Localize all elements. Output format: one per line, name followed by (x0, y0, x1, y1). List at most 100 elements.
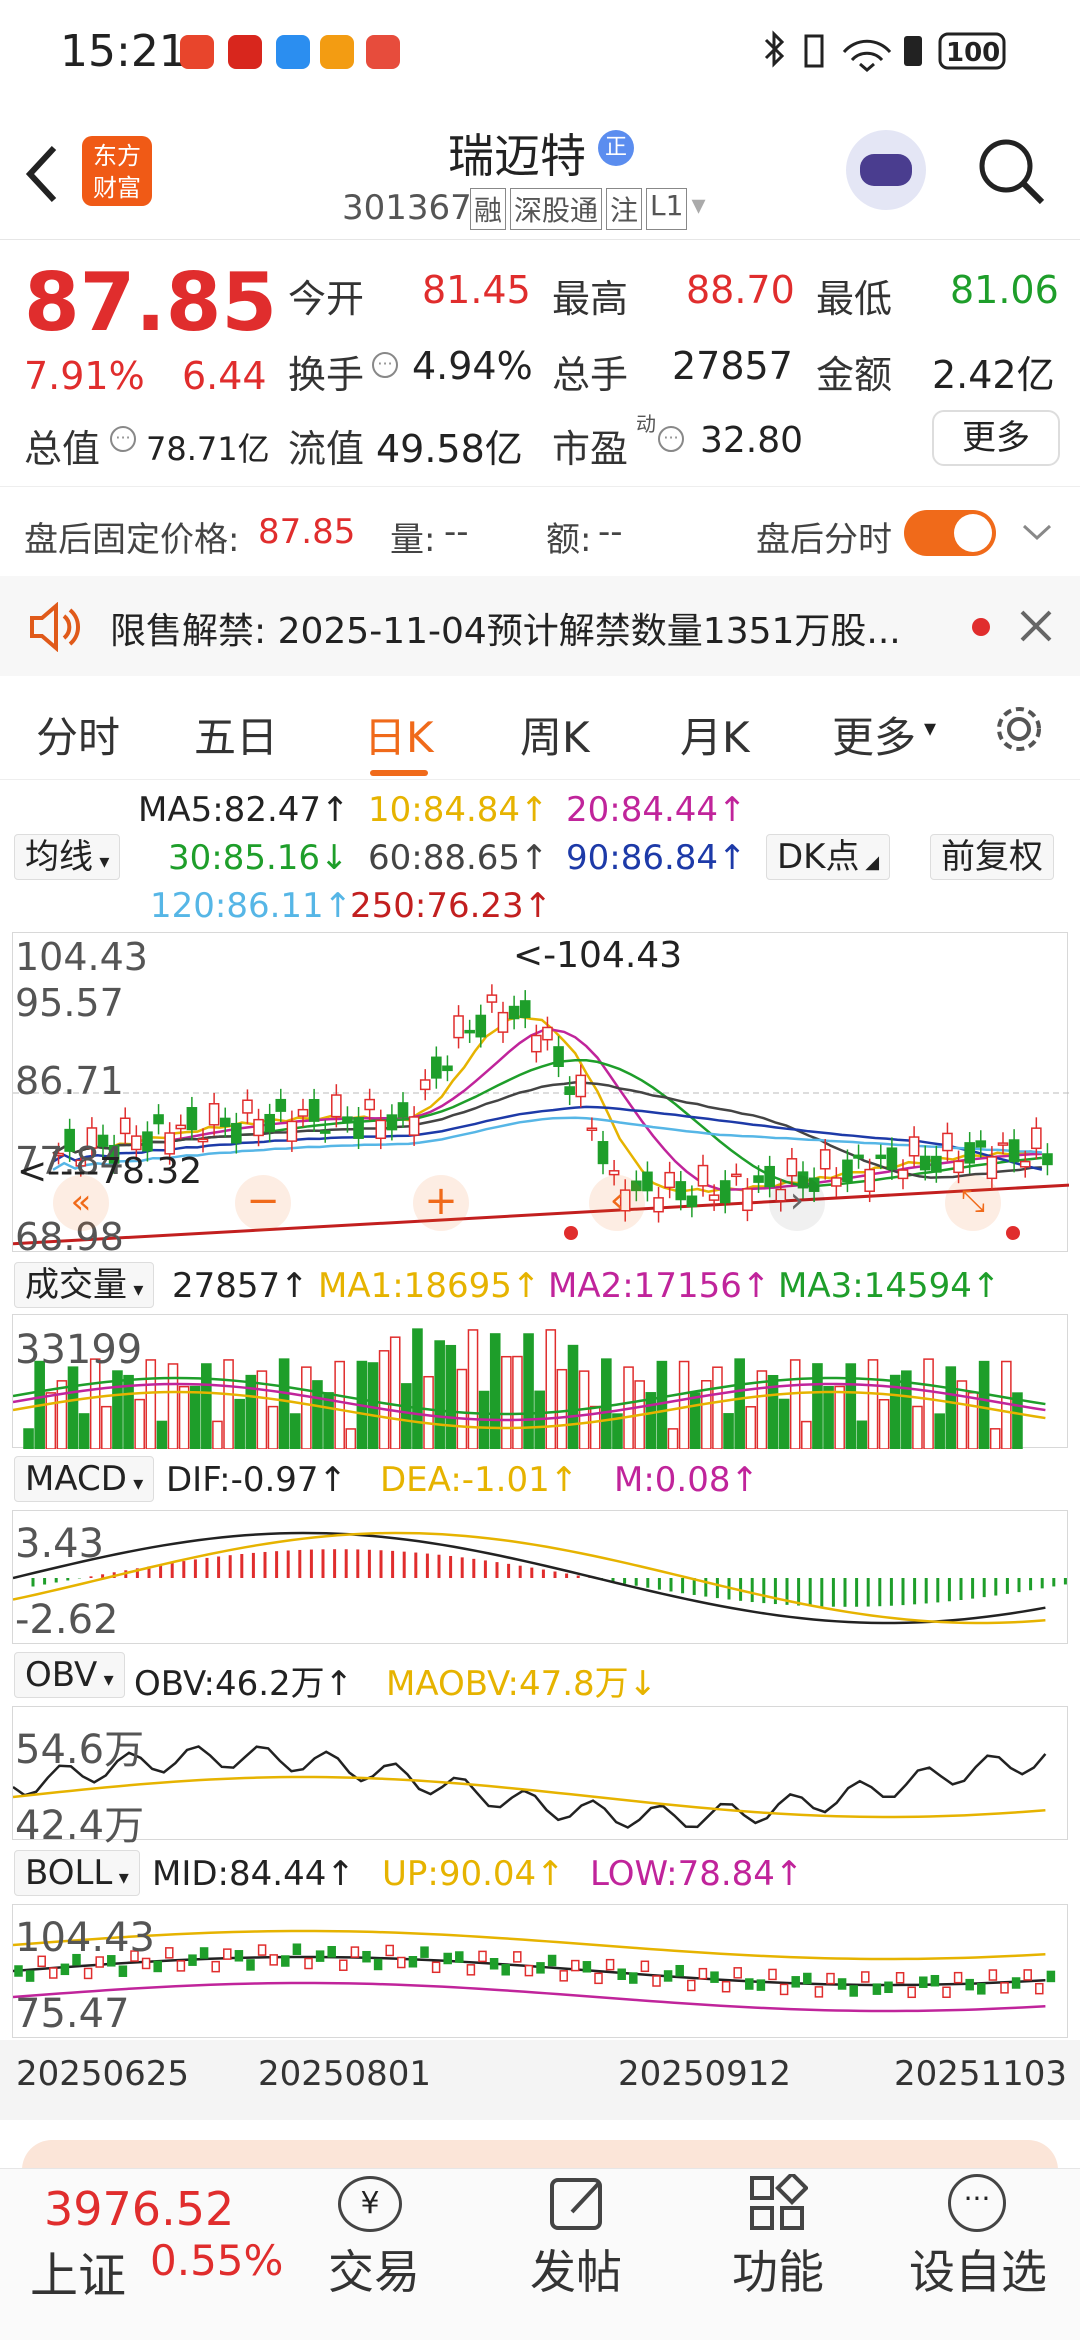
volume-bar (556, 1368, 568, 1449)
close-icon[interactable] (1018, 608, 1054, 644)
volume-bar (23, 1428, 34, 1449)
volume-current: 27857↑ (172, 1266, 309, 1306)
notification-icon (180, 35, 214, 69)
volume-bar (434, 1340, 445, 1449)
chevron-down-icon[interactable]: ▾ (924, 714, 936, 742)
ma5-value: MA5:82.47↑ (138, 790, 350, 830)
volume-bar (245, 1374, 257, 1449)
tab-monthly-k[interactable]: 月K (680, 704, 750, 765)
prev-icon[interactable]: ‹ (589, 1175, 645, 1231)
gear-icon[interactable] (992, 702, 1046, 756)
total-cap-value: 78.71亿 (146, 430, 270, 468)
boll-chart[interactable]: 104.43 75.47 (12, 1904, 1068, 2038)
search-icon[interactable] (976, 136, 1048, 208)
rewind-icon[interactable]: « (53, 1175, 109, 1231)
dk-point-button[interactable]: DK点 ◢ (766, 834, 891, 880)
fullscreen-icon[interactable]: ⤡ (945, 1175, 1001, 1231)
boll-candle (269, 1954, 278, 1966)
add-watchlist-icon[interactable]: ··· (948, 2174, 1006, 2232)
boll-candle (431, 1961, 441, 1974)
after-amount: -- (598, 512, 623, 552)
boll-candle (373, 1958, 383, 1971)
boll-candle (849, 1985, 858, 1997)
volume-select[interactable]: 成交量 ▾ (14, 1262, 155, 1308)
nav-trade[interactable]: 交易 (304, 2236, 444, 2302)
info-icon[interactable]: ··· (110, 426, 136, 452)
volume-bar (823, 1386, 834, 1449)
verified-badge: 正 (598, 130, 634, 166)
features-icon[interactable] (748, 2174, 808, 2234)
notice-text: 限售解禁: 2025-11-04预计解禁数量1351万股... (110, 611, 901, 652)
nav-features[interactable]: 功能 (708, 2236, 848, 2302)
boll-candle (872, 1983, 882, 1995)
boll-canvas (13, 1929, 1056, 2013)
ma-select[interactable]: 均线 ▾ (14, 834, 121, 880)
volume-chart[interactable]: 33199 (12, 1314, 1068, 1449)
nav-add-watchlist[interactable]: 设自选 (908, 2236, 1048, 2302)
chevron-down-icon[interactable] (1020, 520, 1054, 544)
macd-chart[interactable]: 3.43 -2.62 (12, 1510, 1068, 1644)
notice-bar[interactable]: 限售解禁: 2025-11-04预计解禁数量1351万股... (0, 576, 1080, 676)
more-button[interactable]: 更多 (932, 410, 1060, 466)
kline-chart[interactable]: 104.43 95.57 86.71 77.84 68.98 <-104.43 … (12, 932, 1069, 1259)
obv-chart[interactable]: 54.6万 42.4万 (12, 1706, 1068, 1849)
trade-icon[interactable]: ¥ (338, 2176, 402, 2232)
candle-body (731, 1173, 742, 1178)
boll-select[interactable]: BOLL ▾ (14, 1850, 140, 1896)
candle-body (553, 1046, 564, 1068)
assistant-robot-icon[interactable] (846, 130, 926, 210)
adjust-button[interactable]: 前复权 (930, 834, 1054, 880)
chevron-down-icon[interactable]: ▾ (691, 188, 705, 230)
candle-body (408, 1116, 420, 1136)
index-value[interactable]: 3976.52 (44, 2182, 234, 2236)
status-bar: 15:21 100 (0, 0, 1080, 100)
tab-five-day[interactable]: 五日 (194, 704, 278, 765)
candle-body (197, 1138, 209, 1143)
volume-bar (501, 1355, 512, 1449)
candle-body (964, 1142, 975, 1164)
after-hours-toggle[interactable] (904, 510, 996, 556)
boll-candle (803, 1972, 812, 1985)
info-icon[interactable]: ··· (658, 426, 684, 452)
volume-bar (745, 1406, 757, 1449)
boll-candle (315, 1950, 325, 1962)
ma10-value: 10:84.84↑ (368, 790, 549, 830)
macd-line (13, 1531, 1046, 1625)
boll-candle (1035, 1982, 1044, 1995)
post-icon[interactable] (548, 2174, 608, 2234)
candle-body (186, 1107, 198, 1131)
boll-candle (721, 1980, 731, 1993)
float-cap-value: 49.58亿 (376, 427, 523, 471)
volume-bar (601, 1358, 612, 1449)
tab-weekly-k[interactable]: 周K (520, 704, 590, 765)
obv-select[interactable]: OBV ▾ (14, 1652, 125, 1698)
boll-candle (536, 1962, 545, 1974)
candle-body (819, 1149, 831, 1170)
index-name[interactable]: 上证 (30, 2236, 126, 2306)
candle-body (175, 1124, 187, 1130)
volume-bar (789, 1359, 801, 1449)
eastmoney-logo[interactable]: 东方财富 (82, 136, 152, 206)
boll-candle (733, 1967, 742, 1979)
zoom-out-icon[interactable]: − (235, 1175, 291, 1231)
boll-candle (25, 1970, 35, 1982)
unread-dot (972, 618, 990, 636)
volume-bar (212, 1420, 223, 1449)
boll-candle (466, 1964, 476, 1976)
back-icon[interactable] (22, 144, 62, 204)
info-icon[interactable]: ··· (372, 352, 398, 378)
next-icon[interactable]: › (769, 1175, 825, 1231)
maobv-value: MAOBV:47.8万↓ (386, 1664, 658, 1704)
tab-intraday[interactable]: 分时 (36, 704, 120, 765)
zoom-in-icon[interactable]: + (413, 1175, 469, 1231)
tab-daily-k[interactable]: 日K (364, 704, 434, 765)
boll-candle (547, 1954, 557, 1967)
macd-select[interactable]: MACD ▾ (14, 1456, 155, 1502)
volume-bar (945, 1366, 957, 1449)
index-pct[interactable]: 0.55% (150, 2236, 283, 2285)
volume-bar (189, 1385, 201, 1449)
nav-post[interactable]: 发帖 (506, 2236, 646, 2302)
tab-more[interactable]: 更多 (832, 704, 916, 765)
volume-bar (45, 1392, 57, 1449)
candle-body (653, 1197, 664, 1213)
